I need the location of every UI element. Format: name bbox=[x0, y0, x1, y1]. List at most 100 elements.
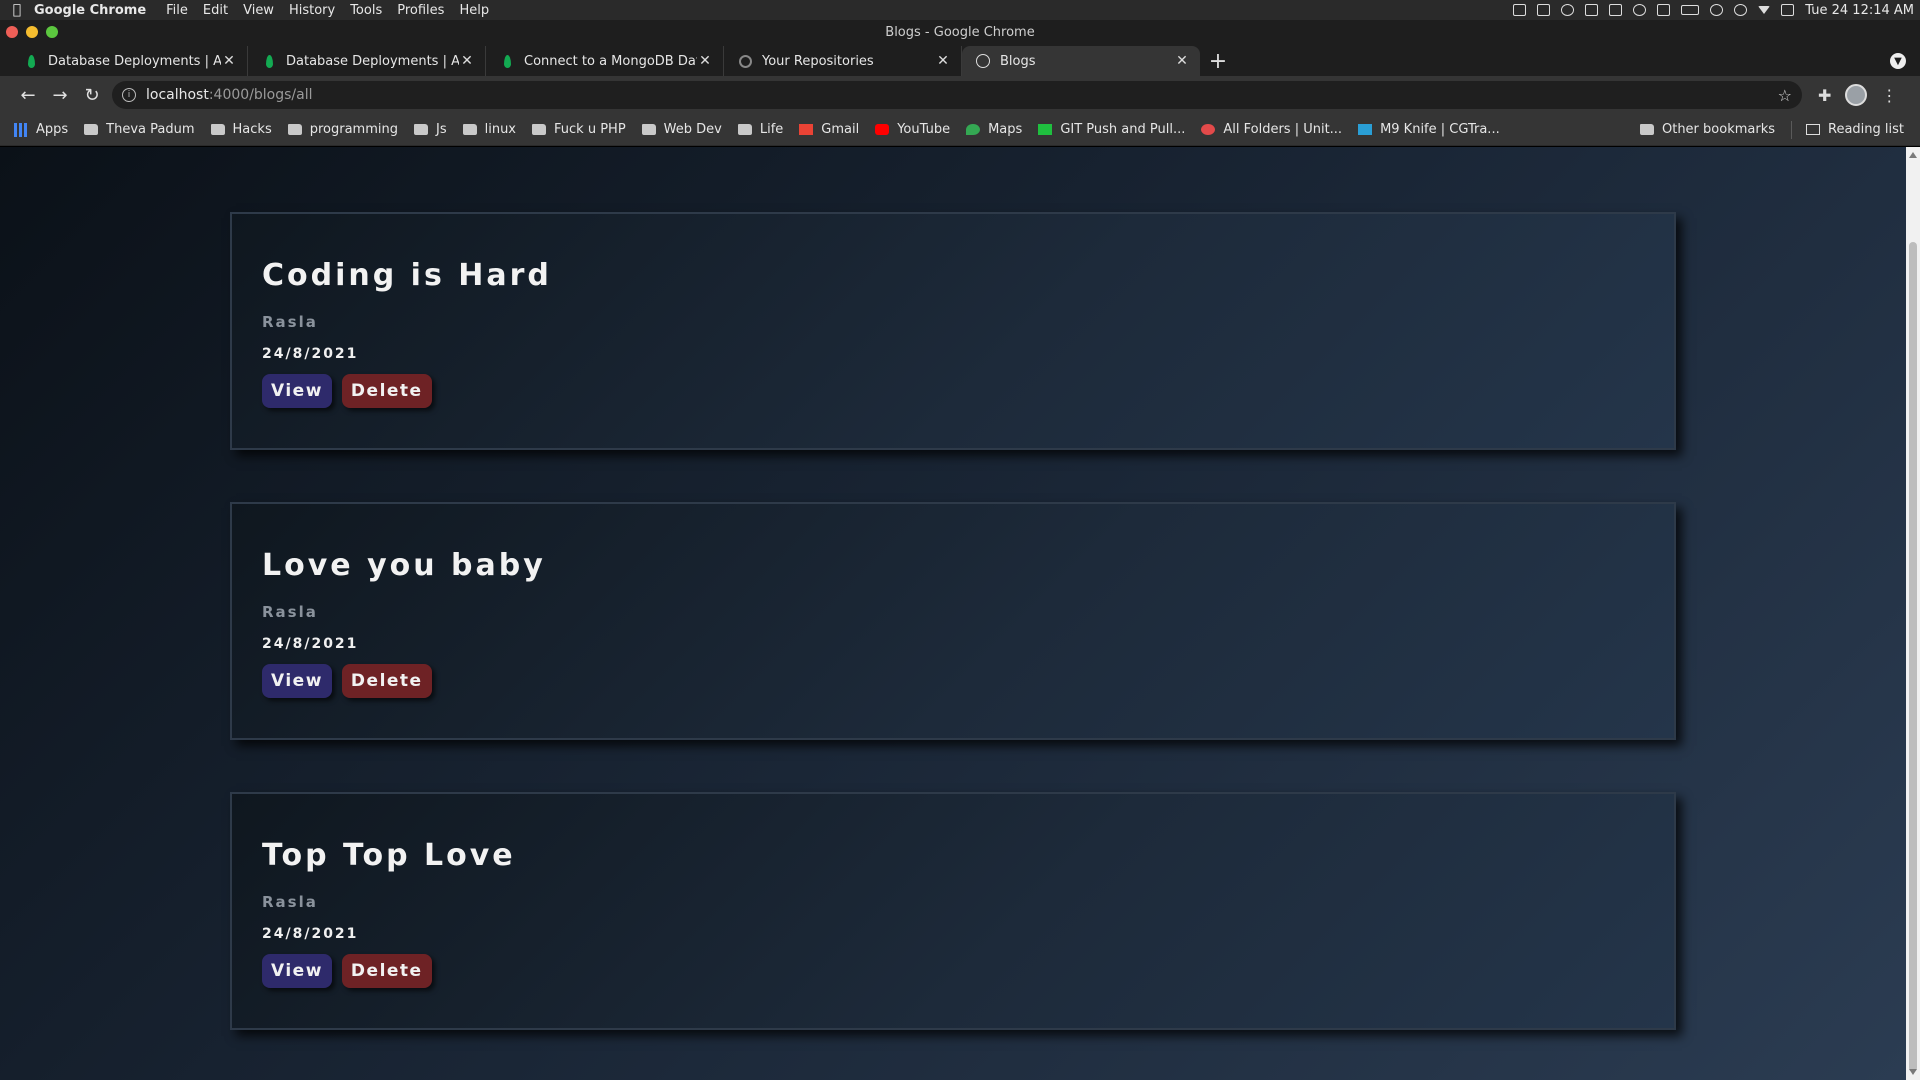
trash-icon[interactable] bbox=[1781, 4, 1795, 16]
menu-edit[interactable]: Edit bbox=[203, 3, 228, 18]
screen-icon[interactable] bbox=[1513, 4, 1527, 16]
git-icon bbox=[1038, 124, 1053, 135]
profile-avatar[interactable] bbox=[1845, 84, 1868, 106]
mongodb-leaf-icon bbox=[24, 54, 38, 68]
blog-card: Top Top Love Rasla 24/8/2021 View Delete bbox=[230, 792, 1676, 1030]
app-menu-name[interactable]: Google Chrome bbox=[34, 3, 146, 18]
menu-kebab-icon[interactable]: ⋮ bbox=[1881, 86, 1897, 105]
folder-icon bbox=[287, 124, 302, 135]
bookmark-folder[interactable]: Life bbox=[737, 122, 784, 137]
bookmark-folder[interactable]: Theva Padum bbox=[84, 122, 195, 137]
blog-title: Love you baby bbox=[262, 548, 546, 583]
tab[interactable]: Connect to a MongoDB Datal ✕ bbox=[486, 46, 724, 76]
delete-button[interactable]: Delete bbox=[341, 374, 432, 408]
minimize-window-button[interactable] bbox=[26, 26, 38, 38]
forward-icon[interactable]: → bbox=[44, 81, 76, 109]
scroll-up-icon[interactable] bbox=[1909, 152, 1917, 158]
bookmark-folder[interactable]: programming bbox=[287, 122, 398, 137]
close-window-button[interactable] bbox=[6, 26, 18, 38]
window-icon[interactable] bbox=[1537, 4, 1551, 16]
bluetooth-icon[interactable] bbox=[1710, 4, 1724, 16]
scroll-down-icon[interactable] bbox=[1909, 1069, 1917, 1075]
bookmark-unit[interactable]: All Folders | Unit... bbox=[1201, 122, 1342, 137]
delete-button[interactable]: Delete bbox=[341, 954, 432, 988]
bookmark-folder[interactable]: Js bbox=[414, 122, 447, 137]
mongodb-leaf-icon bbox=[500, 54, 514, 68]
bookmark-maps[interactable]: Maps bbox=[966, 122, 1022, 137]
delete-button[interactable]: Delete bbox=[341, 664, 432, 698]
bookmark-youtube[interactable]: YouTube bbox=[875, 122, 950, 137]
menu-file[interactable]: File bbox=[166, 3, 188, 18]
menu-history[interactable]: History bbox=[289, 3, 335, 18]
tab-strip: Database Deployments | Atla ✕ Database D… bbox=[0, 44, 1920, 76]
bookmark-label: Web Dev bbox=[663, 122, 722, 137]
location-icon[interactable] bbox=[1633, 4, 1647, 16]
reload-icon[interactable]: ↻ bbox=[76, 81, 108, 109]
folder-icon bbox=[641, 124, 656, 135]
check-icon[interactable] bbox=[1561, 4, 1575, 16]
close-tab-icon[interactable]: ✕ bbox=[221, 53, 237, 69]
apple-icon[interactable]:  bbox=[0, 2, 34, 18]
menu-tools[interactable]: Tools bbox=[350, 3, 382, 18]
bookmark-cgtrader[interactable]: M9 Knife | CGTra... bbox=[1358, 122, 1500, 137]
blog-date: 24/8/2021 bbox=[262, 926, 359, 942]
bookmark-apps[interactable]: Apps bbox=[14, 122, 68, 137]
bookmark-label: Maps bbox=[988, 122, 1023, 137]
page-viewport: Coding is Hard Rasla 24/8/2021 View Dele… bbox=[0, 147, 1906, 1080]
reading-list[interactable]: Reading list bbox=[1806, 122, 1904, 137]
unit-icon bbox=[1201, 124, 1216, 135]
bookmark-folder[interactable]: Fuck u PHP bbox=[532, 122, 626, 137]
bookmark-folder[interactable]: linux bbox=[462, 122, 517, 137]
cgtrader-icon bbox=[1358, 124, 1373, 135]
extensions-icon[interactable]: ✚ bbox=[1818, 86, 1831, 105]
close-tab-icon[interactable]: ✕ bbox=[459, 53, 475, 69]
bookmark-label: linux bbox=[484, 122, 517, 137]
bookmark-folder[interactable]: Web Dev bbox=[641, 122, 722, 137]
status-tray: Tue 24 12:14 AM bbox=[1513, 3, 1920, 18]
battery-icon[interactable] bbox=[1681, 5, 1700, 15]
close-tab-icon[interactable]: ✕ bbox=[935, 53, 951, 69]
dropdown-icon[interactable] bbox=[1758, 6, 1771, 14]
reading-list-icon bbox=[1806, 124, 1820, 135]
info-icon[interactable]: i bbox=[122, 88, 136, 102]
tab[interactable]: Database Deployments | Atla ✕ bbox=[248, 46, 486, 76]
terminal-icon[interactable] bbox=[1585, 4, 1599, 16]
volume-icon[interactable] bbox=[1657, 4, 1671, 16]
tab[interactable]: Your Repositories ✕ bbox=[724, 46, 962, 76]
tab-search-icon[interactable]: ▼ bbox=[1890, 53, 1906, 69]
tab[interactable]: Database Deployments | Atla ✕ bbox=[10, 46, 248, 76]
view-button[interactable]: View bbox=[262, 664, 332, 698]
scrollbar-thumb[interactable] bbox=[1909, 242, 1917, 1072]
close-tab-icon[interactable]: ✕ bbox=[697, 53, 713, 69]
tab-active[interactable]: Blogs ✕ bbox=[962, 46, 1200, 76]
blog-list: Coding is Hard Rasla 24/8/2021 View Dele… bbox=[230, 212, 1676, 1080]
view-button[interactable]: View bbox=[262, 374, 332, 408]
view-button[interactable]: View bbox=[262, 954, 332, 988]
menu-profiles[interactable]: Profiles bbox=[397, 3, 444, 18]
back-icon[interactable]: ← bbox=[12, 81, 44, 109]
page-scrollbar[interactable] bbox=[1906, 147, 1920, 1080]
address-bar[interactable]: i localhost:4000/blogs/all ☆ bbox=[112, 81, 1802, 109]
window-title: Blogs - Google Chrome bbox=[885, 24, 1035, 40]
bookmark-git[interactable]: GIT Push and Pull... bbox=[1038, 122, 1185, 137]
zoom-window-button[interactable] bbox=[46, 26, 58, 38]
folder-icon bbox=[737, 124, 752, 135]
bookmark-star-icon[interactable]: ☆ bbox=[1778, 86, 1792, 105]
bookmark-label: YouTube bbox=[897, 122, 951, 137]
menu-help[interactable]: Help bbox=[459, 3, 489, 18]
clock[interactable]: Tue 24 12:14 AM bbox=[1805, 3, 1914, 18]
close-tab-icon[interactable]: ✕ bbox=[1174, 53, 1190, 69]
browser-toolbar: ← → ↻ i localhost:4000/blogs/all ☆ ✚ ⋮ bbox=[0, 76, 1920, 114]
bookmark-label: programming bbox=[309, 122, 398, 137]
bookmark-folder[interactable]: Hacks bbox=[210, 122, 272, 137]
clipboard-icon[interactable] bbox=[1609, 4, 1623, 16]
bookmark-gmail[interactable]: Gmail bbox=[799, 122, 859, 137]
window-title-bar: Blogs - Google Chrome bbox=[0, 20, 1920, 44]
menu-view[interactable]: View bbox=[243, 3, 274, 18]
other-bookmarks-label: Other bookmarks bbox=[1661, 122, 1775, 137]
other-bookmarks[interactable]: Other bookmarks bbox=[1639, 122, 1775, 137]
new-tab-icon[interactable]: + bbox=[1200, 46, 1236, 76]
tab-title: Your Repositories bbox=[762, 53, 874, 69]
bookmark-label: Life bbox=[759, 122, 784, 137]
wifi-icon[interactable] bbox=[1734, 4, 1748, 16]
